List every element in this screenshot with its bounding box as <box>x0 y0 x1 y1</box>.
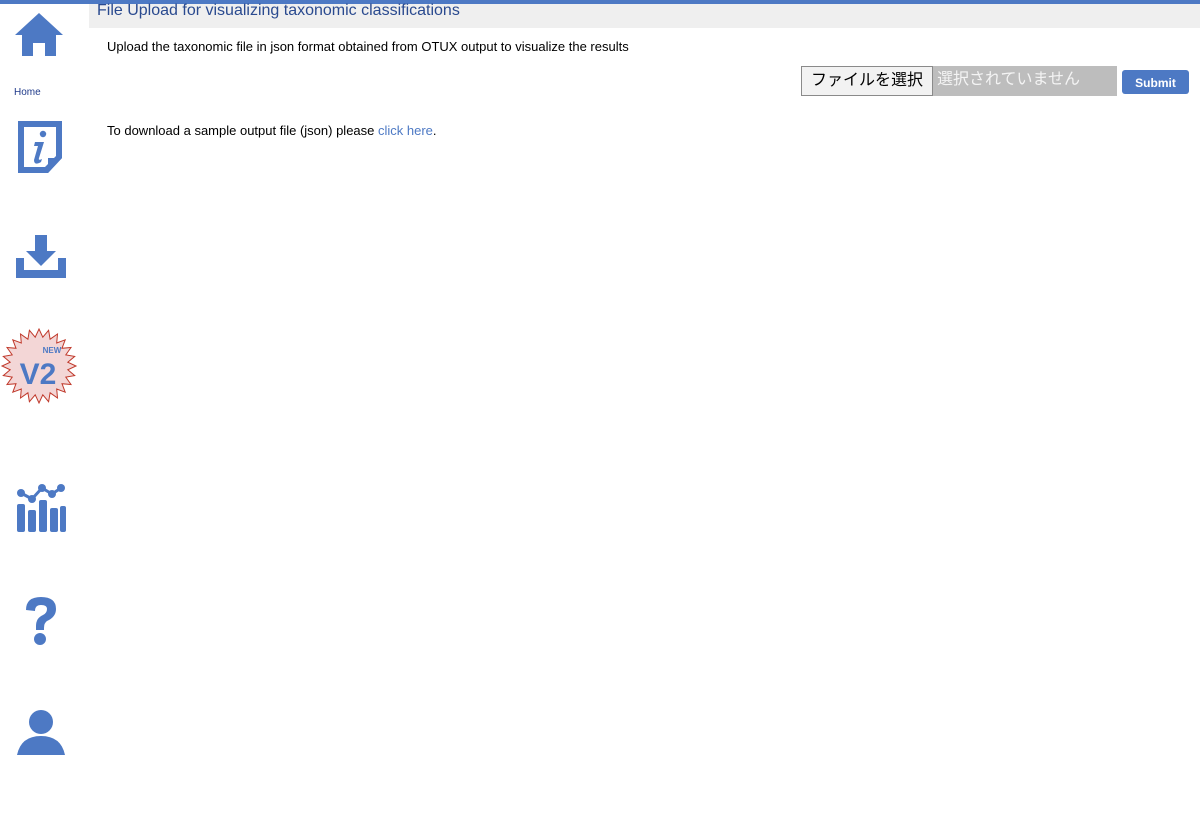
sidebar-item-statistics[interactable] <box>16 484 66 534</box>
user-icon <box>17 710 65 755</box>
file-upload-input[interactable]: ファイルを選択 選択されていません <box>801 66 1117 96</box>
info-icon <box>18 121 62 173</box>
sample-download-text: To download a sample output file (json) … <box>107 123 437 138</box>
sample-download-prefix: To download a sample output file (json) … <box>107 123 378 138</box>
download-icon <box>16 235 66 278</box>
sidebar-item-download[interactable] <box>15 234 67 280</box>
file-status-label: 選択されていません <box>933 66 1117 96</box>
v2-new-badge-icon: NEW V2 <box>0 327 78 405</box>
v2-badge-new-label: NEW <box>43 346 62 355</box>
sidebar-item-home[interactable]: Home <box>14 12 66 98</box>
sidebar-item-info[interactable] <box>15 118 65 176</box>
sidebar: Home NEW V2 <box>0 0 80 823</box>
page-header: File Upload for visualizing taxonomic cl… <box>89 2 1200 28</box>
sidebar-item-v2[interactable]: NEW V2 <box>0 327 80 405</box>
sidebar-item-help[interactable] <box>22 595 60 647</box>
v2-badge-label: V2 <box>20 358 57 391</box>
submit-button[interactable]: Submit <box>1122 70 1189 94</box>
sidebar-item-label: Home <box>14 87 41 98</box>
help-icon <box>26 597 56 645</box>
home-icon <box>15 13 63 56</box>
sample-download-link[interactable]: click here <box>378 123 433 138</box>
page-title: File Upload for visualizing taxonomic cl… <box>97 2 460 19</box>
choose-file-button[interactable]: ファイルを選択 <box>801 66 933 96</box>
upload-instructions: Upload the taxonomic file in json format… <box>107 39 629 54</box>
sidebar-item-account[interactable] <box>15 709 67 757</box>
sample-download-suffix: . <box>432 123 437 138</box>
stats-chart-icon <box>17 484 66 532</box>
